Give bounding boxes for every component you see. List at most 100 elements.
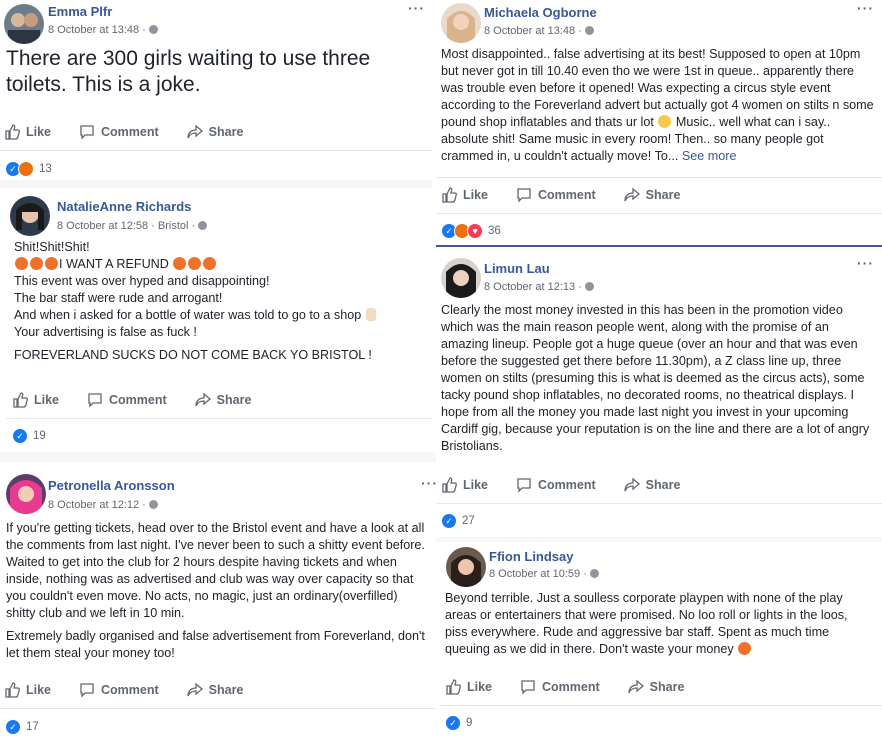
timestamp-text: 8 October at 12:12 · <box>48 499 146 511</box>
divider <box>440 705 882 706</box>
share-icon <box>624 187 640 202</box>
comment-button[interactable]: Comment <box>79 682 159 698</box>
avatar[interactable] <box>446 547 486 587</box>
action-bar: Like Comment Share <box>441 470 708 500</box>
share-button[interactable]: Share <box>628 679 685 695</box>
author-name[interactable]: Limun Lau <box>484 261 550 276</box>
comment-label: Comment <box>538 478 596 492</box>
share-label: Share <box>208 125 244 139</box>
like-reaction-icon: ✓ <box>441 513 457 529</box>
reaction-summary[interactable]: ✓ 19 <box>12 426 46 446</box>
post-line: Shit!Shit!Shit! <box>14 240 90 254</box>
avatar[interactable] <box>10 196 50 236</box>
thumbs-up-icon <box>13 392 28 408</box>
reaction-count: 17 <box>26 721 39 733</box>
reaction-summary[interactable]: ✓ ♥ 36 <box>441 221 501 241</box>
like-button[interactable]: Like <box>4 682 51 698</box>
post-timestamp[interactable]: 8 October at 13:48 · <box>48 24 158 36</box>
post-timestamp[interactable]: 8 October at 12:13 · <box>484 281 594 293</box>
divider <box>6 418 432 419</box>
globe-icon <box>589 569 599 578</box>
post-timestamp[interactable]: 8 October at 12:12 · <box>48 499 158 511</box>
author-name[interactable]: Petronella Aronsson <box>48 478 175 493</box>
post-body: If you're getting tickets, head over to … <box>6 520 430 668</box>
action-bar: Like Comment Share <box>441 180 708 210</box>
like-button[interactable]: Like <box>445 679 492 695</box>
share-button[interactable]: Share <box>624 187 681 203</box>
author-name[interactable]: Ffion Lindsay <box>489 549 574 564</box>
avatar[interactable] <box>4 4 44 44</box>
share-button[interactable]: Share <box>187 682 243 698</box>
like-button[interactable]: Like <box>4 124 51 140</box>
reaction-count: 36 <box>488 225 501 237</box>
reaction-summary[interactable]: ✓ 27 <box>441 511 475 531</box>
thumbs-up-icon <box>446 679 461 695</box>
share-button[interactable]: Share <box>187 124 244 140</box>
avatar[interactable] <box>441 258 481 298</box>
post-timestamp[interactable]: 8 October at 13:48 · <box>484 25 594 37</box>
comment-button[interactable]: Comment <box>87 392 167 408</box>
post-body: Shit!Shit!Shit! I WANT A REFUND This eve… <box>14 239 424 364</box>
post-body: Clearly the most money invested in this … <box>441 302 875 455</box>
more-options-icon[interactable]: ··· <box>857 255 874 271</box>
separator <box>0 452 436 462</box>
water-text: And when i asked for a bottle of water w… <box>14 308 362 322</box>
like-button[interactable]: Like <box>12 392 59 408</box>
share-button[interactable]: Share <box>624 477 681 493</box>
post-timestamp[interactable]: 8 October at 10:59 · <box>489 568 599 580</box>
comment-icon <box>517 478 531 493</box>
globe-icon <box>148 25 158 34</box>
author-name[interactable]: Emma Plfr <box>48 4 112 19</box>
post-paragraph: Extremely badly organised and false adve… <box>6 629 425 660</box>
reaction-summary[interactable]: ✓ 17 <box>5 717 39 737</box>
comment-label: Comment <box>109 393 167 407</box>
reaction-count: 9 <box>466 717 473 729</box>
share-label: Share <box>649 680 685 694</box>
like-button[interactable]: Like <box>441 477 488 493</box>
author-name[interactable]: Michaela Ogborne <box>484 5 597 20</box>
post-emma: Emma Plfr 8 October at 13:48 · ··· There… <box>0 0 432 178</box>
share-icon <box>624 477 640 492</box>
angry-emoji-icon <box>45 257 58 270</box>
thumbs-up-icon <box>5 682 20 698</box>
comment-icon <box>80 683 94 698</box>
angry-emoji-icon <box>173 257 187 270</box>
like-label: Like <box>26 683 52 697</box>
comment-button[interactable]: Comment <box>516 187 596 203</box>
divider <box>436 503 882 504</box>
reaction-summary[interactable]: ✓ 13 <box>5 159 52 179</box>
share-button[interactable]: Share <box>195 392 252 408</box>
share-label: Share <box>645 478 681 492</box>
comment-button[interactable]: Comment <box>520 679 600 695</box>
see-more-link[interactable]: See more <box>682 149 737 163</box>
avatar[interactable] <box>441 3 481 43</box>
reaction-summary[interactable]: ✓ 9 <box>445 713 472 733</box>
comment-button[interactable]: Comment <box>516 477 596 493</box>
like-button[interactable]: Like <box>441 187 488 203</box>
more-options-icon[interactable]: ··· <box>408 0 425 16</box>
divider <box>436 213 882 214</box>
share-label: Share <box>645 188 681 202</box>
share-icon <box>187 682 203 697</box>
like-reaction-icon: ✓ <box>5 719 21 735</box>
more-options-icon[interactable]: ··· <box>857 0 874 16</box>
refund-text: I WANT A REFUND <box>59 257 169 271</box>
comment-label: Comment <box>542 680 600 694</box>
like-label: Like <box>463 478 489 492</box>
post-text: There are 300 girls waiting to use three… <box>6 47 371 96</box>
thumbs-up-icon <box>442 477 457 493</box>
comment-button[interactable]: Comment <box>79 124 159 140</box>
author-name[interactable]: NatalieAnne Richards <box>57 199 191 214</box>
globe-icon <box>198 221 208 230</box>
angry-emoji-icon <box>15 257 28 270</box>
post-michaela: Michaela Ogborne 8 October at 13:48 · ··… <box>436 0 882 244</box>
post-timestamp[interactable]: 8 October at 12:58 · Bristol · <box>57 220 208 232</box>
post-line: Your advertising is false as fuck ! <box>14 325 197 339</box>
angry-emoji-icon <box>188 257 202 270</box>
post-text: Beyond terrible. Just a soulless corpora… <box>445 591 848 656</box>
angry-emoji-icon <box>30 257 43 270</box>
avatar[interactable] <box>6 474 46 514</box>
action-bar: Like Comment Share <box>445 672 712 702</box>
share-label: Share <box>216 393 252 407</box>
share-icon <box>628 679 644 694</box>
